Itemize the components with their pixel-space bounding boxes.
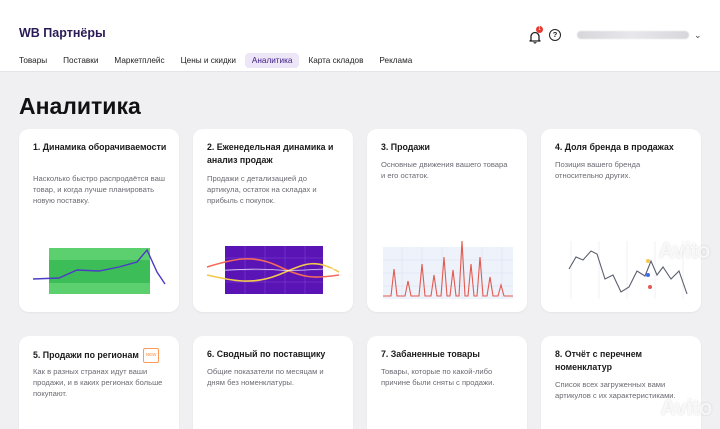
top-bar: WB Партнёры Товары Поставки Маркетплейс … (0, 0, 720, 72)
nav-item-prices[interactable]: Цены и скидки (174, 53, 243, 68)
card-supplier-summary[interactable]: 6. Сводный по поставщику Общие показател… (193, 336, 353, 429)
user-name-blurred (577, 31, 689, 39)
card-regional-sales[interactable]: 5. Продажи по регионам NEW Как в разных с… (19, 336, 179, 429)
new-badge: NEW (142, 348, 160, 363)
card-description: Общие показатели по месяцам и дням без н… (207, 367, 324, 387)
card-title: 6. Сводный по поставщику (207, 349, 326, 359)
nav-item-products[interactable]: Товары (12, 53, 54, 68)
user-menu[interactable]: ⌄ (577, 27, 704, 43)
avito-watermark: Avito (658, 238, 710, 263)
nav-item-analytics[interactable]: Аналитика (244, 53, 300, 68)
chevron-down-icon: ⌄ (694, 29, 702, 40)
brand-logo[interactable]: WB Партнёры (19, 26, 106, 40)
card-title: 8. Отчёт с перечнем номенклатур (555, 349, 642, 372)
card-title-text: 5. Продажи по регионам (33, 350, 139, 360)
card-brand-share[interactable]: 4. Доля бренда в продажах Позиция вашего… (541, 129, 701, 312)
card-turnover-dynamics[interactable]: 1. Динамика оборачиваемости Насколько бы… (19, 129, 179, 312)
card-weekly-dynamics[interactable]: 2. Еженедельная динамика и анализ продаж… (193, 129, 353, 312)
card-description: Как в разных странах идут ваши продажи, … (33, 367, 163, 398)
nav-item-ads[interactable]: Реклама (372, 53, 419, 68)
help-icon[interactable]: ? (549, 29, 561, 41)
sales-chart-illustration (383, 240, 513, 299)
notification-badge: 1 (536, 26, 543, 33)
brand-share-chart-illustration (568, 241, 688, 299)
card-title: 5. Продажи по регионам NEW (33, 348, 169, 363)
card-title: 7. Забаненные товары (381, 349, 480, 359)
weekly-chart-illustration (206, 246, 340, 294)
turnover-chart-illustration (32, 248, 166, 294)
card-description: Товары, которые по какой-либо причине бы… (381, 367, 495, 387)
main-nav: Товары Поставки Маркетплейс Цены и скидк… (12, 53, 421, 68)
nav-item-supplies[interactable]: Поставки (56, 53, 105, 68)
card-banned-products[interactable]: 7. Забаненные товары Товары, которые по … (367, 336, 527, 429)
avito-watermark: Avito (660, 395, 712, 420)
nav-item-warehouse-map[interactable]: Карта складов (301, 53, 370, 68)
page-title: Аналитика (19, 93, 141, 119)
card-sales[interactable]: 3. Продажи Основные движения вашего това… (367, 129, 527, 312)
nav-item-marketplace[interactable]: Маркетплейс (107, 53, 171, 68)
